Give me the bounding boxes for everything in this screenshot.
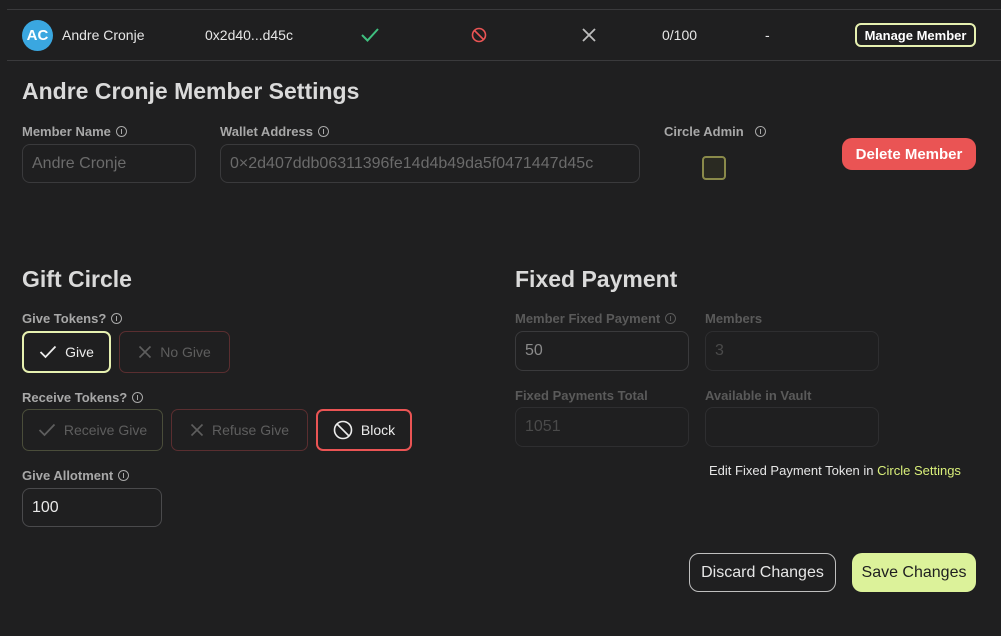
receive-give-option[interactable]: Receive Give: [22, 409, 163, 451]
no-give-option-label: No Give: [160, 344, 211, 360]
refuse-give-option-label: Refuse Give: [211, 422, 290, 438]
circle-admin-checkbox[interactable]: [702, 156, 726, 180]
info-icon: [317, 126, 329, 137]
discard-changes-button[interactable]: Discard Changes: [689, 553, 836, 592]
receive-give-option-label: Receive Give: [63, 422, 148, 438]
x-icon: [581, 10, 597, 60]
fixed-payment-dash: -: [765, 27, 770, 43]
x-icon: [190, 423, 204, 437]
allotment-count: 0/100: [662, 27, 698, 43]
avatar: AC: [22, 20, 53, 51]
manage-member-button[interactable]: Manage Member: [855, 23, 976, 47]
member-name-field[interactable]: Andre Cronje: [22, 144, 196, 183]
info-icon: [111, 313, 123, 324]
info-icon: [754, 126, 766, 137]
member-address: 0x2d40...d45c: [205, 27, 293, 43]
refuse-give-option[interactable]: Refuse Give: [171, 409, 308, 451]
save-changes-button[interactable]: Save Changes: [852, 553, 976, 592]
wallet-address-field[interactable]: 0×2d407ddb06311396fe14d4b49da5f0471447d4…: [220, 144, 640, 183]
block-option[interactable]: Block: [316, 409, 412, 451]
give-allotment-input[interactable]: 100: [22, 488, 162, 527]
info-icon: [665, 313, 677, 324]
block-option-label: Block: [360, 422, 396, 438]
members-field: 3: [705, 331, 879, 371]
info-icon: [118, 470, 130, 481]
check-icon: [39, 345, 57, 359]
give-option[interactable]: Give: [22, 331, 111, 373]
check-icon: [360, 10, 380, 60]
info-icon: [115, 126, 127, 137]
block-icon: [333, 420, 353, 440]
check-icon: [38, 423, 56, 437]
give-tokens-label: Give Tokens?: [22, 311, 123, 326]
fixed-payment-title: Fixed Payment: [515, 266, 678, 292]
x-icon: [139, 345, 152, 359]
note-text: Edit Fixed Payment Token in: [709, 463, 878, 478]
wallet-address-label: Wallet Address: [220, 124, 329, 139]
fixed-payments-total-field: 1051: [515, 407, 689, 447]
member-fixed-payment-input[interactable]: 50: [515, 331, 689, 371]
receive-tokens-label: Receive Tokens?: [22, 390, 144, 405]
circle-settings-link[interactable]: Circle Settings: [877, 463, 961, 478]
circle-admin-label: Circle Admin: [664, 124, 766, 139]
info-icon: [132, 392, 144, 403]
member-row: AC Andre Cronje 0x2d40...d45c 0/100 - Ma…: [7, 9, 1001, 61]
delete-member-button[interactable]: Delete Member: [842, 138, 976, 170]
members-label: Members: [705, 311, 763, 326]
fixed-payment-note: Edit Fixed Payment Token in Circle Setti…: [709, 463, 961, 478]
member-fixed-payment-label: Member Fixed Payment: [515, 311, 677, 326]
available-in-vault-field: [705, 407, 879, 447]
no-give-option[interactable]: No Give: [119, 331, 230, 373]
block-icon: [471, 10, 487, 60]
give-allotment-label: Give Allotment: [22, 468, 130, 483]
gift-circle-title: Gift Circle: [22, 266, 132, 292]
member-name: Andre Cronje: [62, 27, 145, 43]
page-title: Andre Cronje Member Settings: [22, 78, 360, 104]
available-in-vault-label: Available in Vault: [705, 388, 812, 403]
fixed-payments-total-label: Fixed Payments Total: [515, 388, 648, 403]
give-option-label: Give: [65, 344, 94, 360]
member-name-label: Member Name: [22, 124, 127, 139]
